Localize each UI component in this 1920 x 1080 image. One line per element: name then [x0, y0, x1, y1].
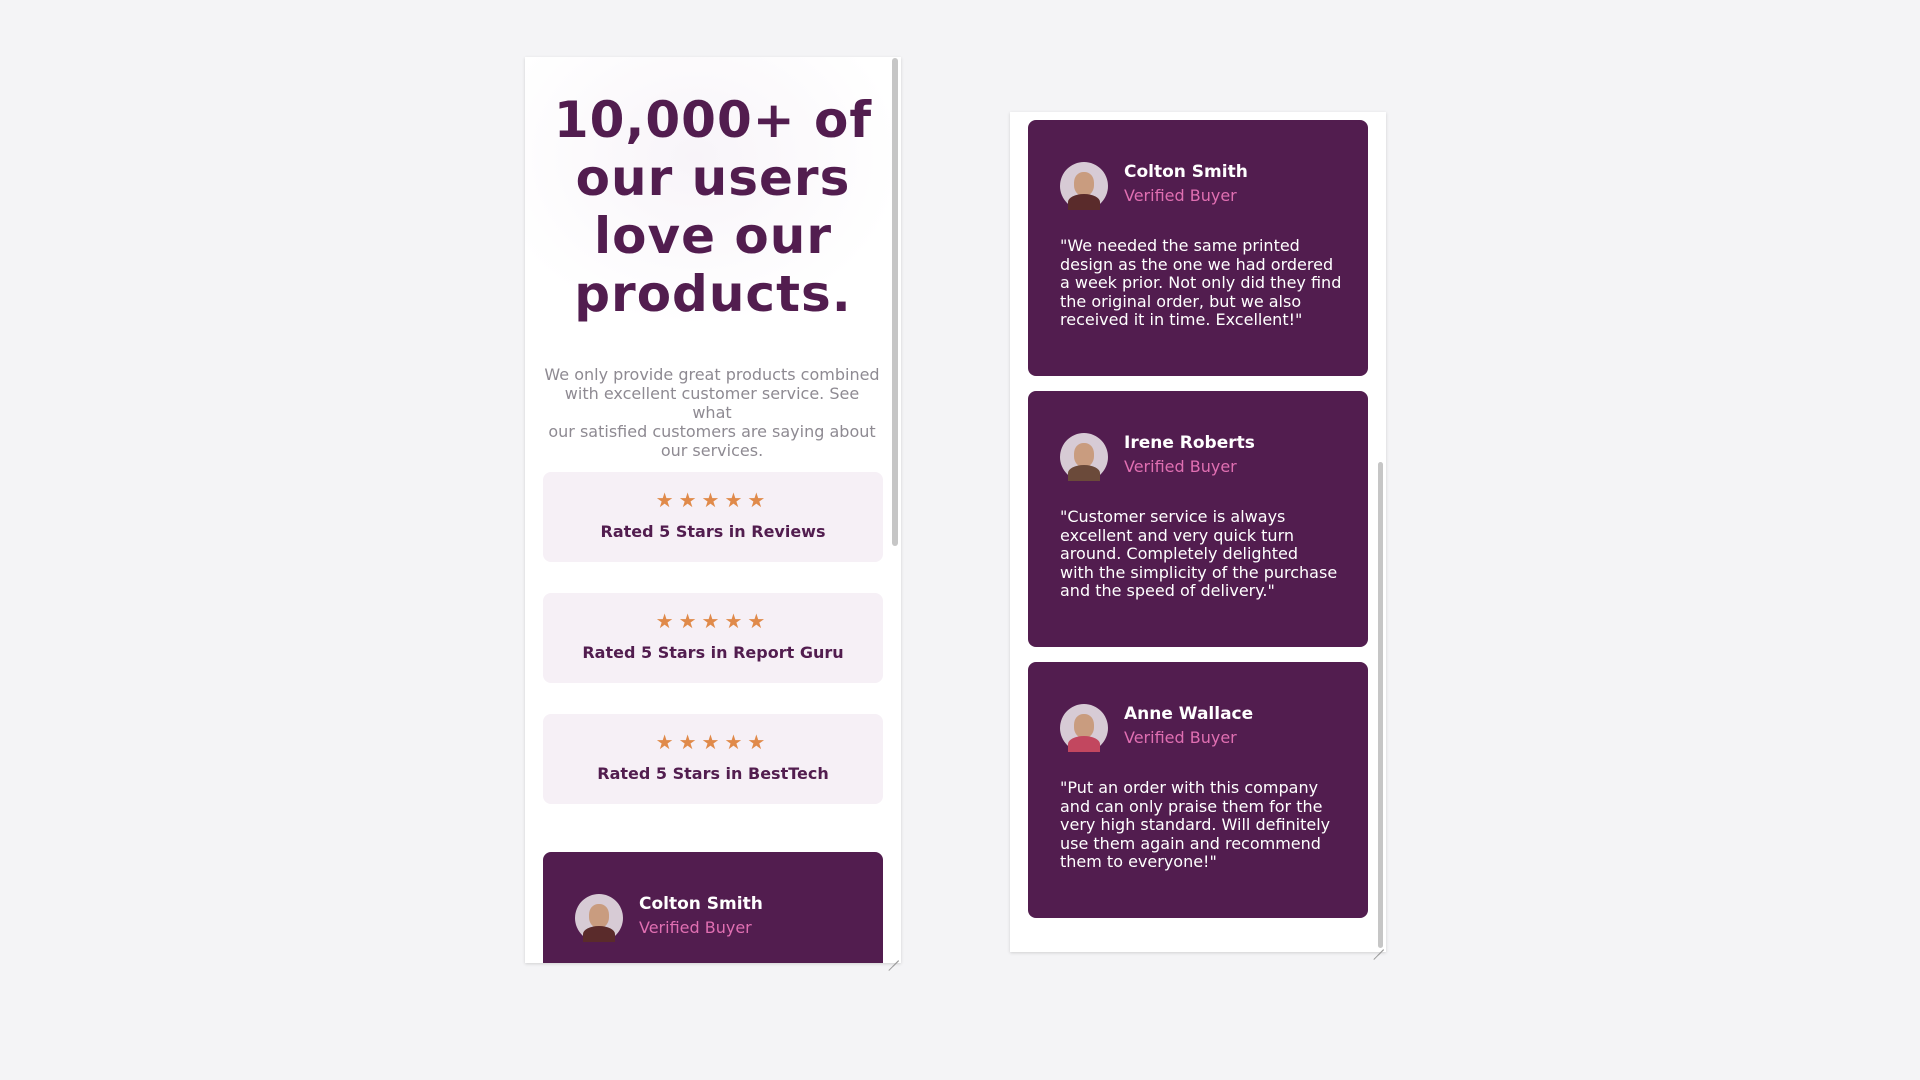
testimonial-name: Colton Smith [639, 894, 763, 914]
intro-line: our services. [660, 441, 764, 460]
stars-icon: ★★★★★ [655, 488, 771, 512]
rating-label: Rated 5 Stars in BestTech [597, 764, 829, 783]
testimonial-role: Verified Buyer [1124, 186, 1237, 205]
testimonial-role: Verified Buyer [1124, 457, 1237, 476]
rating-card-reviews: ★★★★★ Rated 5 Stars in Reviews [543, 472, 883, 562]
testimonial-card-partial: Colton Smith Verified Buyer [543, 852, 883, 963]
testimonial-name: Irene Roberts [1124, 433, 1255, 453]
left-scrollbar-thumb[interactable] [892, 58, 898, 546]
left-preview-frame[interactable]: 10,000+ of our users love our products. … [525, 57, 901, 963]
intro-line: We only provide great products combined [544, 365, 880, 384]
testimonial-card: Anne Wallace Verified Buyer "Put an orde… [1028, 662, 1368, 918]
testimonial-quote: "We needed the same printed design as th… [1060, 236, 1342, 329]
rating-card-report-guru: ★★★★★ Rated 5 Stars in Report Guru [543, 593, 883, 683]
testimonial-quote: "Customer service is always excellent an… [1060, 507, 1338, 600]
rating-card-besttech: ★★★★★ Rated 5 Stars in BestTech [543, 714, 883, 804]
rating-label: Rated 5 Stars in Report Guru [582, 643, 844, 662]
user-avatar-icon [1060, 704, 1108, 752]
testimonial-role: Verified Buyer [1124, 728, 1237, 747]
testimonial-card: Colton Smith Verified Buyer "We needed t… [1028, 120, 1368, 376]
user-avatar-icon [1060, 162, 1108, 210]
heading-line: love our [593, 207, 832, 265]
right-scrollbar-thumb[interactable] [1378, 462, 1383, 948]
intro-line: with excellent customer service. See wha… [564, 384, 860, 422]
testimonial-name: Anne Wallace [1124, 704, 1254, 724]
rating-label: Rated 5 Stars in Reviews [600, 522, 826, 541]
user-avatar-icon [1060, 433, 1108, 481]
right-resize-handle-icon[interactable] [1372, 938, 1384, 960]
heading-line: 10,000+ of [553, 91, 873, 149]
testimonial-name: Colton Smith [1124, 162, 1248, 182]
stars-icon: ★★★★★ [655, 730, 771, 754]
testimonial-role: Verified Buyer [639, 918, 752, 937]
right-preview-frame[interactable]: Colton Smith Verified Buyer "We needed t… [1010, 112, 1386, 952]
heading-line: products. [574, 265, 852, 323]
testimonial-quote: "Put an order with this company and can … [1060, 778, 1331, 871]
page-heading: 10,000+ of our users love our products. [525, 91, 901, 323]
stars-icon: ★★★★★ [655, 609, 771, 633]
intro-line: our satisfied customers are saying about [548, 422, 876, 441]
intro-text: We only provide great products combined … [543, 365, 881, 460]
heading-line: our users [575, 149, 851, 207]
testimonial-card: Irene Roberts Verified Buyer "Customer s… [1028, 391, 1368, 647]
left-resize-handle-icon[interactable] [887, 949, 899, 971]
user-avatar-icon [575, 894, 623, 942]
